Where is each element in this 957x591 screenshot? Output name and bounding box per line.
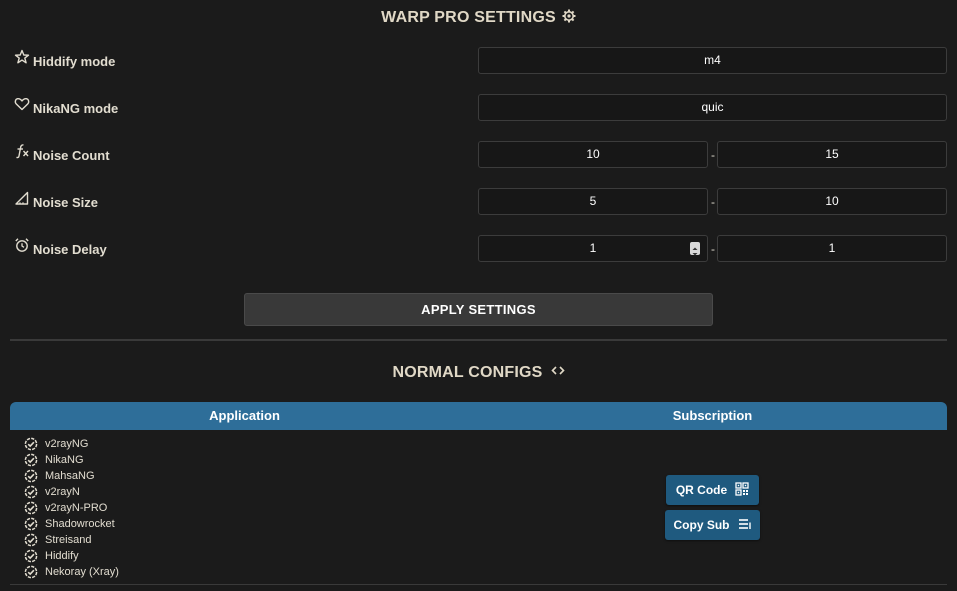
list-item: NikaNG [24,452,119,468]
normal-configs-title-text: NORMAL CONFIGS [392,364,543,381]
check-circle-icon [24,453,38,467]
noise-count-label: Noise Count [14,141,110,169]
app-name: Hiddify [45,550,79,562]
app-name: Shadowrocket [45,518,115,530]
alarm-clock-icon [14,237,30,253]
nikang-mode-select[interactable]: quic [478,94,947,121]
list-item: v2rayNG [24,436,119,452]
app-name: Nekoray (Xray) [45,566,119,578]
qr-code-button-label: QR Code [675,483,728,497]
app-name: MahsaNG [45,470,95,482]
hiddify-mode-select[interactable]: m4 [478,47,947,74]
app-name: v2rayN-PRO [45,502,108,514]
normal-configs-title: NORMAL CONFIGS [0,364,957,383]
noise-delay-row: Noise Delay 1 - 1 [0,235,957,263]
column-header-application: Application [209,408,280,423]
noise-delay-min-input[interactable]: 1 [478,235,708,262]
app-name: NikaNG [45,454,84,466]
hiddify-mode-label: Hiddify mode [14,47,115,75]
noise-count-max-input[interactable]: 15 [717,141,947,168]
function-icon [14,143,30,159]
app-name: v2rayN [45,486,80,498]
nikang-mode-row: NikaNG mode quic [0,94,957,122]
gear-icon [562,9,576,28]
check-circle-icon [24,549,38,563]
section-divider [10,339,947,341]
check-circle-icon [24,437,38,451]
heart-icon [14,96,30,112]
app-name: Streisand [45,534,92,546]
copy-sub-button[interactable]: Copy Sub [665,510,760,540]
star-icon [14,49,30,65]
range-separator: - [711,242,715,256]
hiddify-mode-row: Hiddify mode m4 [0,47,957,75]
range-separator: - [711,195,715,209]
warp-settings-title: WARP PRO SETTINGS [0,9,957,28]
noise-size-row: Noise Size 5 - 10 [0,188,957,216]
check-circle-icon [24,565,38,579]
configs-table-row: v2rayNG NikaNG MahsaNG v2rayN v2rayN-PRO… [10,430,947,585]
copy-sub-button-label: Copy Sub [673,518,730,532]
number-spinner[interactable] [690,242,700,256]
noise-size-label: Noise Size [14,188,98,216]
check-circle-icon [24,485,38,499]
code-icon [550,364,565,383]
list-item: Streisand [24,532,119,548]
list-icon [738,518,752,533]
noise-delay-min-value: 1 [589,241,597,255]
range-separator: - [711,148,715,162]
check-circle-icon [24,469,38,483]
column-header-subscription: Subscription [672,408,753,423]
apply-settings-button[interactable]: APPLY SETTINGS [244,293,713,326]
check-circle-icon [24,501,38,515]
hiddify-mode-label-text: Hiddify mode [33,53,116,69]
configs-table-header: Application Subscription [10,402,947,430]
nikang-mode-label-text: NikaNG mode [33,100,119,116]
noise-delay-label-text: Noise Delay [33,241,107,257]
noise-count-row: Noise Count 10 - 15 [0,141,957,169]
warp-settings-title-text: WARP PRO SETTINGS [381,9,556,26]
list-item: Hiddify [24,548,119,564]
list-item: MahsaNG [24,468,119,484]
app-name: v2rayNG [45,438,89,450]
qr-code-button[interactable]: QR Code [666,475,759,505]
list-item: v2rayN-PRO [24,500,119,516]
application-list: v2rayNG NikaNG MahsaNG v2rayN v2rayN-PRO… [24,436,119,580]
qr-code-icon [735,481,749,499]
list-item: v2rayN [24,484,119,500]
list-item: Nekoray (Xray) [24,564,119,580]
nikang-mode-label: NikaNG mode [14,94,118,122]
noise-count-min-input[interactable]: 10 [478,141,708,168]
noise-size-min-input[interactable]: 5 [478,188,708,215]
noise-size-label-text: Noise Size [33,194,99,210]
ruler-triangle-icon [14,190,30,206]
noise-delay-max-input[interactable]: 1 [717,235,947,262]
list-item: Shadowrocket [24,516,119,532]
noise-count-label-text: Noise Count [33,147,110,163]
check-circle-icon [24,517,38,531]
check-circle-icon [24,533,38,547]
noise-size-max-input[interactable]: 10 [717,188,947,215]
noise-delay-label: Noise Delay [14,235,107,263]
